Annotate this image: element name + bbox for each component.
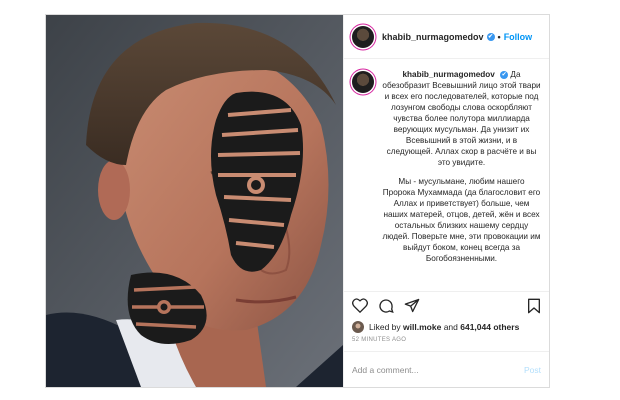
header-username-line: khabib_nurmagomedov ✔ • Follow [382, 32, 532, 42]
share-icon[interactable] [404, 298, 420, 313]
separator-dot: • [497, 31, 501, 42]
post-photo [46, 15, 343, 387]
instagram-post: khabib_nurmagomedov ✔ • Follow khabib_nurma… [45, 14, 550, 388]
caption-avatar[interactable] [352, 71, 374, 93]
caption-paragraph-1: Да обезобразит Всевышний лицо этой твари… [382, 70, 541, 167]
post-image[interactable] [46, 15, 343, 387]
verified-badge-icon: ✔ [486, 33, 495, 42]
post-timestamp[interactable]: 52 MINUTES AGO [344, 335, 549, 351]
post-header: khabib_nurmagomedov ✔ • Follow [344, 15, 549, 59]
post-caption: khabib_nurmagomedov ✔ Да обезобразит Все… [344, 59, 549, 291]
likes-count[interactable]: 641,044 others [460, 322, 519, 332]
comment-input[interactable]: Add a comment... [352, 365, 524, 375]
caption-text: khabib_nurmagomedov ✔ Да обезобразит Все… [382, 69, 541, 291]
avatar[interactable] [352, 25, 374, 48]
header-username[interactable]: khabib_nurmagomedov [382, 32, 484, 42]
bookmark-icon[interactable] [527, 298, 541, 314]
post-side-panel: khabib_nurmagomedov ✔ • Follow khabib_nurma… [343, 15, 549, 387]
heart-icon[interactable] [352, 298, 368, 313]
caption-username[interactable]: khabib_nurmagomedov [402, 70, 494, 79]
caption-paragraph-2: Мы - мусульмане, любим нашего Пророка Му… [382, 177, 541, 263]
likes-and: and [443, 322, 458, 332]
liker-username[interactable]: will.moke [403, 322, 441, 332]
post-comment-button[interactable]: Post [524, 365, 541, 375]
comment-icon[interactable] [378, 298, 394, 314]
liker-avatar[interactable] [352, 321, 364, 333]
likes-prefix: Liked by [369, 322, 401, 332]
comment-box: Add a comment... Post [344, 351, 549, 387]
follow-button[interactable]: Follow [504, 32, 533, 42]
likes-line: Liked by will.moke and 641,044 others [344, 319, 549, 335]
caption-verified-icon: ✔ [500, 70, 509, 79]
action-bar [344, 291, 549, 319]
